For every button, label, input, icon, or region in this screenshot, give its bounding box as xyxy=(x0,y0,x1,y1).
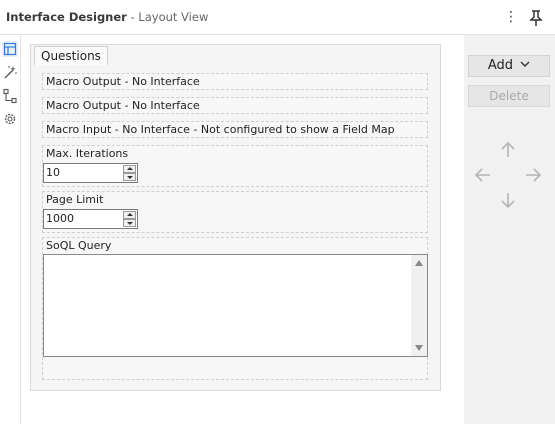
max-iterations-label: Max. Iterations xyxy=(46,147,129,160)
panel-header: Interface Designer - Layout View ⋮ xyxy=(0,0,555,35)
arrow-down-icon[interactable] xyxy=(501,193,515,209)
questions-list: Macro Output - No Interface Macro Output… xyxy=(31,65,440,390)
soql-query-textarea[interactable] xyxy=(43,254,428,357)
page-limit-label: Page Limit xyxy=(46,193,104,206)
add-button[interactable]: Add xyxy=(468,55,550,77)
spin-down-icon[interactable] xyxy=(123,219,136,227)
add-button-label: Add xyxy=(487,58,514,73)
delete-button[interactable]: Delete xyxy=(468,85,550,107)
scroll-up-icon[interactable] xyxy=(415,260,423,266)
soql-query-label: SoQL Query xyxy=(46,239,112,252)
scroll-down-icon[interactable] xyxy=(415,345,423,351)
page-limit-value: 1000 xyxy=(46,212,74,225)
layout-view-icon[interactable] xyxy=(2,41,18,57)
max-iterations-value: 10 xyxy=(46,166,60,179)
vertical-ellipsis-icon[interactable]: ⋮ xyxy=(504,9,518,27)
subtitle-text: - Layout View xyxy=(130,10,209,24)
question-actions-panel: Add Delete xyxy=(464,35,555,424)
tree-view-icon[interactable] xyxy=(2,88,18,104)
spin-up-icon[interactable] xyxy=(123,165,136,173)
arrow-left-icon[interactable] xyxy=(474,168,490,182)
properties-gear-icon[interactable] xyxy=(2,111,18,127)
soql-scrollbar[interactable] xyxy=(411,255,427,356)
question-page-limit[interactable]: Page Limit 1000 xyxy=(42,191,428,233)
chevron-down-icon xyxy=(520,61,530,67)
question-macro-input[interactable]: Macro Input - No Interface - Not configu… xyxy=(42,121,428,138)
arrow-up-icon[interactable] xyxy=(501,141,515,157)
tab-questions[interactable]: Questions xyxy=(34,46,108,65)
question-macro-output-1[interactable]: Macro Output - No Interface xyxy=(42,73,428,90)
spin-down-icon[interactable] xyxy=(123,173,136,181)
left-toolbar xyxy=(0,35,21,424)
pin-icon[interactable] xyxy=(528,9,544,27)
layout-canvas: Questions Macro Output - No Interface Ma… xyxy=(21,35,464,424)
arrow-right-icon[interactable] xyxy=(526,168,542,182)
title-text: Interface Designer xyxy=(6,10,127,24)
max-iterations-spinbox[interactable]: 10 xyxy=(43,163,138,183)
page-limit-spinbox[interactable]: 1000 xyxy=(43,209,138,229)
window-title: Interface Designer - Layout View xyxy=(6,10,208,24)
question-macro-output-2[interactable]: Macro Output - No Interface xyxy=(42,97,428,114)
question-max-iterations[interactable]: Max. Iterations 10 xyxy=(42,145,428,187)
magic-wand-icon[interactable] xyxy=(2,65,18,81)
questions-panel: Questions Macro Output - No Interface Ma… xyxy=(30,44,441,391)
spin-up-icon[interactable] xyxy=(123,211,136,219)
question-soql-query[interactable]: SoQL Query xyxy=(42,237,428,380)
